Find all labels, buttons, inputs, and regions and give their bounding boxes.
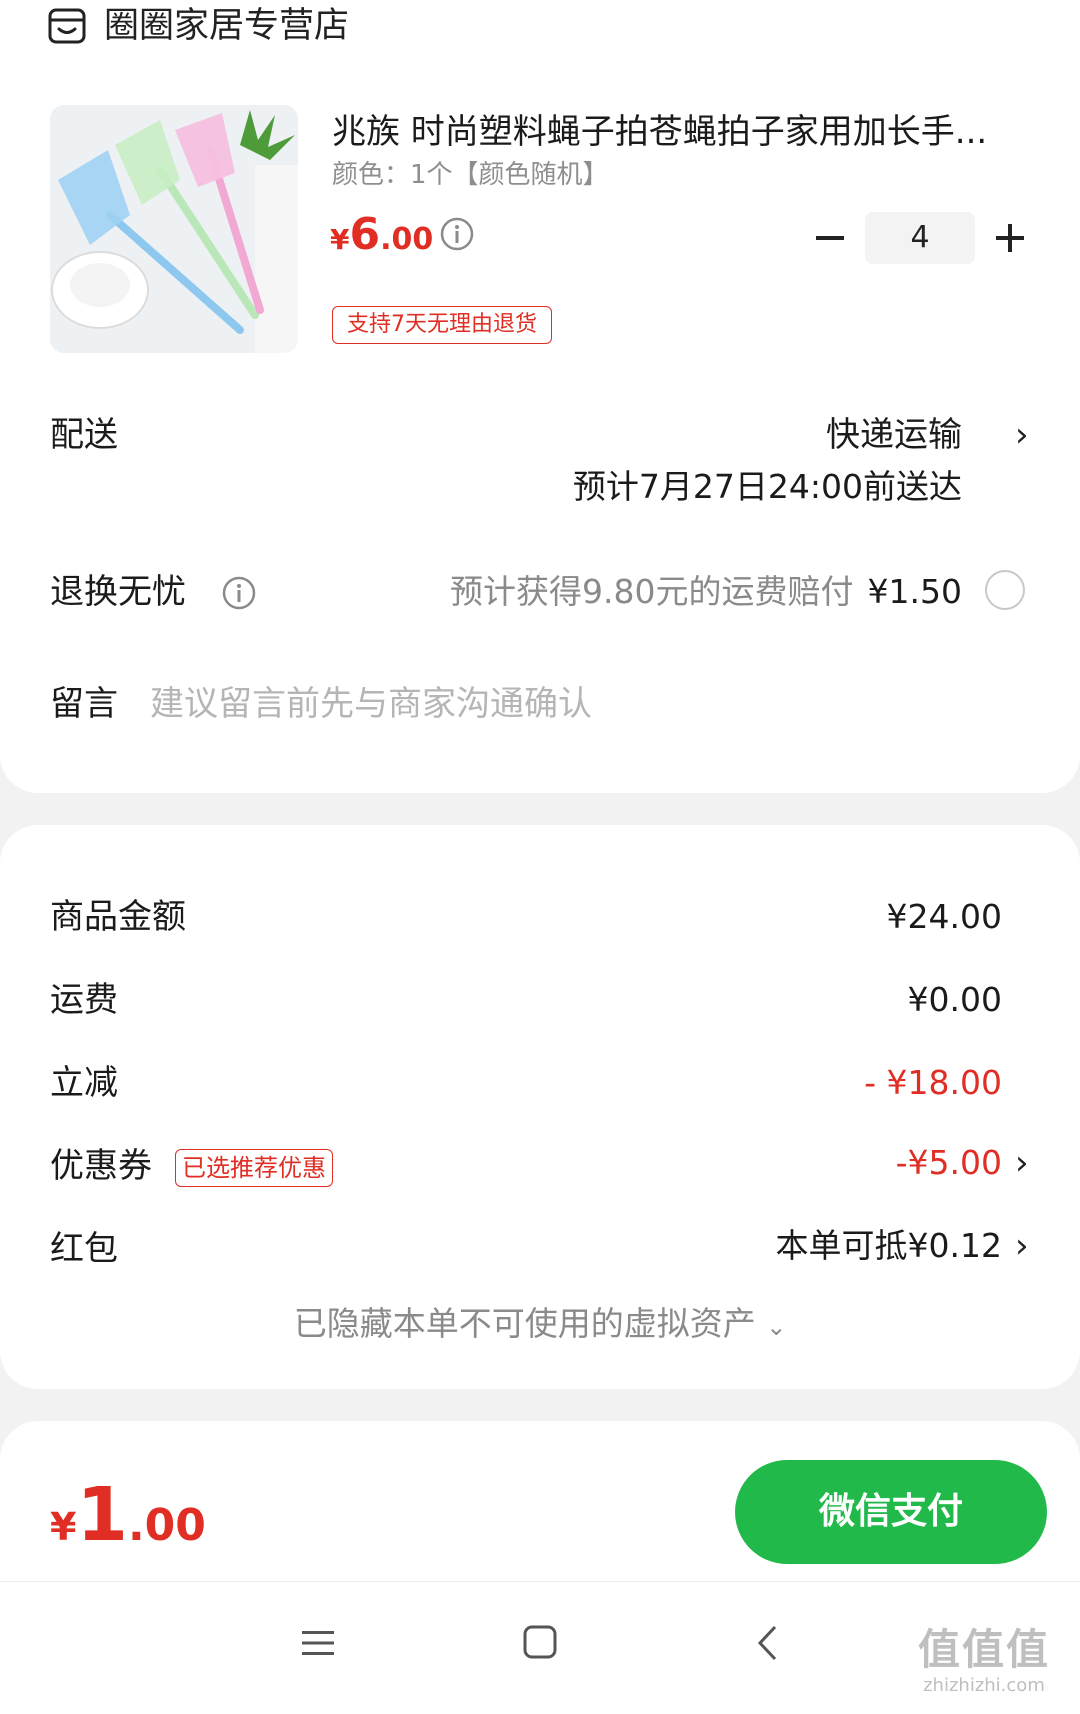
chevron-down-icon: ⌄ [766, 1313, 787, 1341]
product-title[interactable]: 兆族 时尚塑料蝇子拍苍蝇拍子家用加长手... [332, 108, 1032, 156]
minus-icon[interactable] [810, 218, 850, 258]
home-icon[interactable] [523, 1625, 557, 1659]
hidden-assets-text: 已隐藏本单不可使用的虚拟资产 [293, 1304, 756, 1343]
coupon-value[interactable]: -¥5.00 [896, 1139, 1002, 1187]
watermark-logo: 值值值 [917, 1625, 1050, 1674]
goods-amount-label: 商品金额 [50, 897, 186, 937]
goods-amount-value: ¥24.00 [886, 897, 1002, 936]
watermark: 值值值 zhizhizhi.com [918, 1625, 1050, 1697]
coupon-label[interactable]: 优惠券 [50, 1142, 152, 1190]
red-packet-value[interactable]: 本单可抵¥0.12 [776, 1222, 1002, 1270]
menu-icon[interactable] [300, 1628, 336, 1658]
red-packet-label[interactable]: 红包 [50, 1225, 118, 1273]
price-currency: ¥ [330, 223, 350, 256]
return-policy-badge: 支持7天无理由退货 [332, 306, 552, 344]
chevron-right-icon[interactable]: › [1015, 411, 1029, 459]
total-integer: 1 [76, 1472, 128, 1558]
wechat-pay-button[interactable]: 微信支付 [735, 1460, 1047, 1564]
return-insurance-radio[interactable] [985, 570, 1025, 610]
hidden-assets-toggle[interactable]: 已隐藏本单不可使用的虚拟资产 ⌄ [0, 1300, 1080, 1351]
chevron-right-icon[interactable]: › [1015, 1139, 1029, 1187]
coupon-badge: 已选推荐优惠 [175, 1149, 333, 1187]
fly-swatter-image [50, 105, 298, 353]
total-decimal: .00 [127, 1500, 206, 1551]
product-image[interactable] [50, 105, 298, 353]
store-icon [48, 8, 86, 44]
return-info-icon[interactable] [222, 576, 256, 610]
total-currency: ¥ [50, 1505, 77, 1549]
delivery-label: 配送 [50, 415, 118, 455]
quantity-field[interactable]: 4 [865, 212, 975, 264]
return-insurance-info: 预计获得9.80元的运费赔付 ¥1.50 [450, 568, 962, 616]
total-price: ¥1.00 [50, 1470, 206, 1580]
delivery-estimate: 预计7月27日24:00前送达 [572, 467, 962, 506]
order-item-card: 圈圈家居专营店 兆族 时尚塑料蝇子拍苍蝇拍子家用加长手... 颜色：1个【颜色随… [0, 0, 1080, 793]
message-input[interactable]: 建议留言前先与商家沟通确认 [150, 680, 592, 728]
shipping-label: 运费 [50, 980, 118, 1020]
plus-icon[interactable] [990, 218, 1030, 258]
discount-label: 立减 [50, 1063, 118, 1103]
store-name[interactable]: 圈圈家居专营店 [104, 2, 349, 50]
price-info-icon[interactable] [440, 217, 474, 251]
product-price: ¥6.00 [330, 205, 433, 274]
discount-value: - ¥18.00 [864, 1063, 1002, 1102]
price-decimal: .00 [380, 222, 434, 257]
chevron-right-icon[interactable]: › [1015, 1222, 1029, 1270]
product-spec[interactable]: 颜色：1个【颜色随机】 [332, 156, 609, 194]
shipping-value: ¥0.00 [907, 980, 1002, 1019]
return-insurance-fee: ¥1.50 [867, 572, 962, 611]
watermark-url: zhizhizhi.com [923, 1675, 1045, 1696]
price-integer: 6 [349, 209, 381, 260]
delivery-method[interactable]: 快递运输 [826, 411, 962, 459]
return-compensation-text: 预计获得9.80元的运费赔付 [450, 572, 854, 611]
back-icon[interactable] [755, 1624, 781, 1662]
return-insurance-label: 退换无忧 [50, 572, 186, 612]
message-label: 留言 [50, 684, 118, 724]
